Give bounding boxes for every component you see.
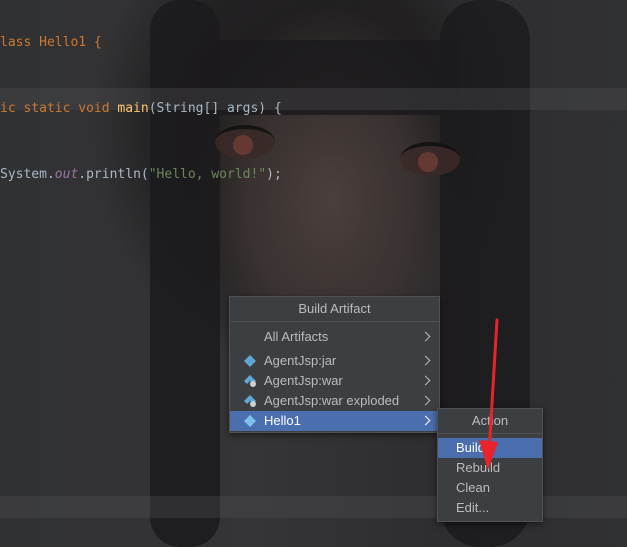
- chevron-right-icon: [420, 375, 431, 386]
- artifact-icon: [244, 375, 256, 387]
- code-line-println: System.out.println("Hello, world!");: [0, 167, 282, 182]
- build-artifact-popup: Build Artifact All Artifacts AgentJsp:ja…: [229, 296, 440, 433]
- menu-item-label: All Artifacts: [264, 329, 329, 344]
- code-line-main: ic static void main(String[] args) {: [0, 101, 282, 116]
- artifact-icon: [244, 395, 256, 407]
- menu-item-label: Hello1: [264, 413, 301, 428]
- action-clean[interactable]: Clean: [438, 478, 542, 498]
- red-annotation-arrow-icon: [479, 318, 499, 470]
- chevron-right-icon: [420, 395, 431, 406]
- wallpaper-eye-right: [400, 142, 460, 176]
- artifact-icon: [244, 355, 256, 367]
- menu-item-hello1[interactable]: Hello1: [230, 411, 439, 431]
- menu-item-all-artifacts[interactable]: All Artifacts: [230, 327, 439, 347]
- menu-item-agentjsp-war[interactable]: AgentJsp:war: [230, 371, 439, 391]
- code-line-class: lass Hello1 {: [0, 35, 102, 50]
- chevron-right-icon: [420, 415, 431, 426]
- menu-item-label: AgentJsp:war exploded: [264, 393, 400, 408]
- build-artifact-title: Build Artifact: [230, 297, 439, 322]
- chevron-right-icon: [420, 355, 431, 366]
- menu-item-label: AgentJsp:war: [264, 373, 343, 388]
- artifact-icon: [244, 415, 256, 427]
- menu-item-agentjsp-war-exploded[interactable]: AgentJsp:war exploded: [230, 391, 439, 411]
- chevron-right-icon: [420, 331, 431, 342]
- menu-item-agentjsp-jar[interactable]: AgentJsp:jar: [230, 351, 439, 371]
- menu-item-label: AgentJsp:jar: [264, 353, 337, 368]
- action-edit[interactable]: Edit...: [438, 498, 542, 518]
- code-editor[interactable]: lass Hello1 { ic static void main(String…: [0, 0, 282, 208]
